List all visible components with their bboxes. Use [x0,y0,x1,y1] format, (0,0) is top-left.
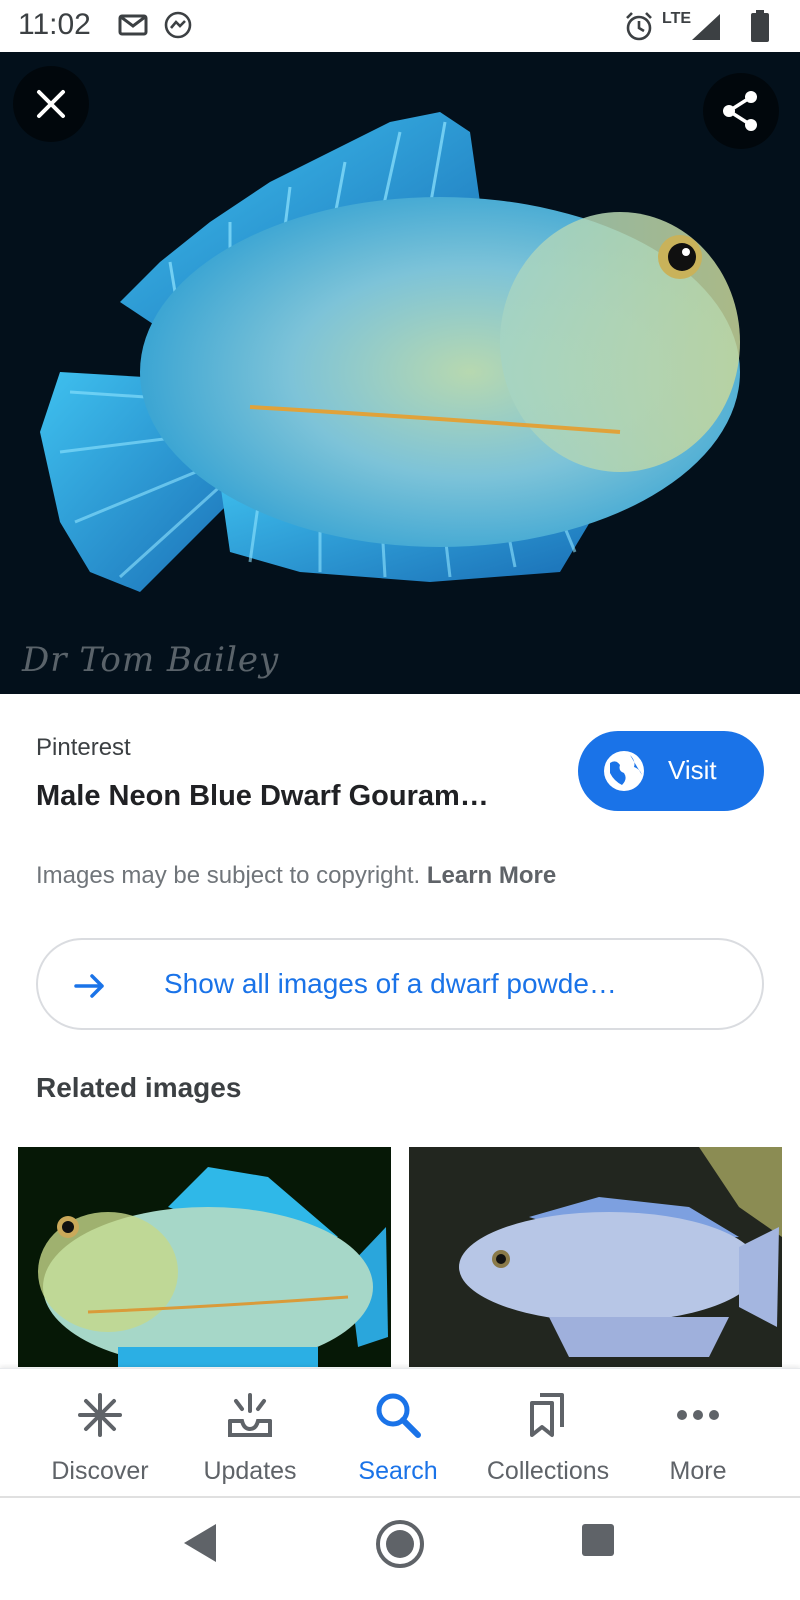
recents-square-icon [582,1524,614,1556]
nav-label: Updates [203,1457,297,1485]
copyright-notice: Images may be subject to copyright. Lear… [36,862,556,890]
bottom-nav: Discover Updates Search Collections More [0,1368,800,1496]
collections-icon [524,1391,572,1444]
battery-icon [751,10,769,47]
recents-button[interactable] [580,1522,616,1563]
nav-collections[interactable]: Collections [468,1369,628,1497]
messenger-icon [163,10,193,45]
nav-label: Search [358,1457,438,1485]
hero-image[interactable]: Dr Tom Bailey [0,52,800,694]
status-time: 11:02 [18,8,91,41]
home-button[interactable] [374,1518,426,1575]
fish-image [18,1147,391,1367]
source-site: Pinterest [36,734,131,761]
close-icon [37,90,65,118]
updates-icon [226,1391,274,1444]
nav-label: Collections [486,1457,610,1485]
more-icon [674,1391,722,1444]
show-all-label: Show all images of a dwarf powde… [164,968,617,999]
nav-more[interactable]: More [618,1369,778,1497]
fish-image [0,52,800,694]
globe-icon [600,747,648,800]
gmail-icon [118,10,148,45]
nav-discover[interactable]: Discover [20,1369,180,1497]
search-icon [374,1391,422,1444]
copyright-text: Images may be subject to copyright. [36,862,421,889]
system-nav [0,1498,800,1600]
status-bar: 11:02 LTE [0,0,800,52]
watermark: Dr Tom Bailey [22,640,280,680]
back-triangle-icon [184,1524,216,1562]
nav-updates[interactable]: Updates [170,1369,330,1497]
image-title[interactable]: Male Neon Blue Dwarf Gouram… [36,780,516,813]
visit-label: Visit [668,755,717,785]
visit-button[interactable]: Visit [578,731,764,811]
back-button[interactable] [180,1520,220,1571]
related-image-thumbnail[interactable] [18,1147,391,1367]
learn-more-link[interactable]: Learn More [427,862,556,889]
fish-image [409,1147,782,1367]
arrow-right-icon [72,968,108,1009]
share-icon [723,91,757,131]
home-circle-icon [376,1520,424,1568]
share-button[interactable] [703,73,779,149]
nav-search[interactable]: Search [318,1369,478,1497]
nav-label: More [669,1457,727,1485]
network-type: LTE [662,10,692,27]
related-image-thumbnail[interactable] [409,1147,782,1367]
asterisk-icon [76,1391,124,1444]
alarm-icon [624,10,654,47]
show-all-images-button[interactable]: Show all images of a dwarf powde… [36,938,764,1030]
close-button[interactable] [13,66,89,142]
signal-icon [690,12,722,47]
related-images-heading: Related images [36,1072,242,1103]
nav-label: Discover [51,1457,149,1485]
